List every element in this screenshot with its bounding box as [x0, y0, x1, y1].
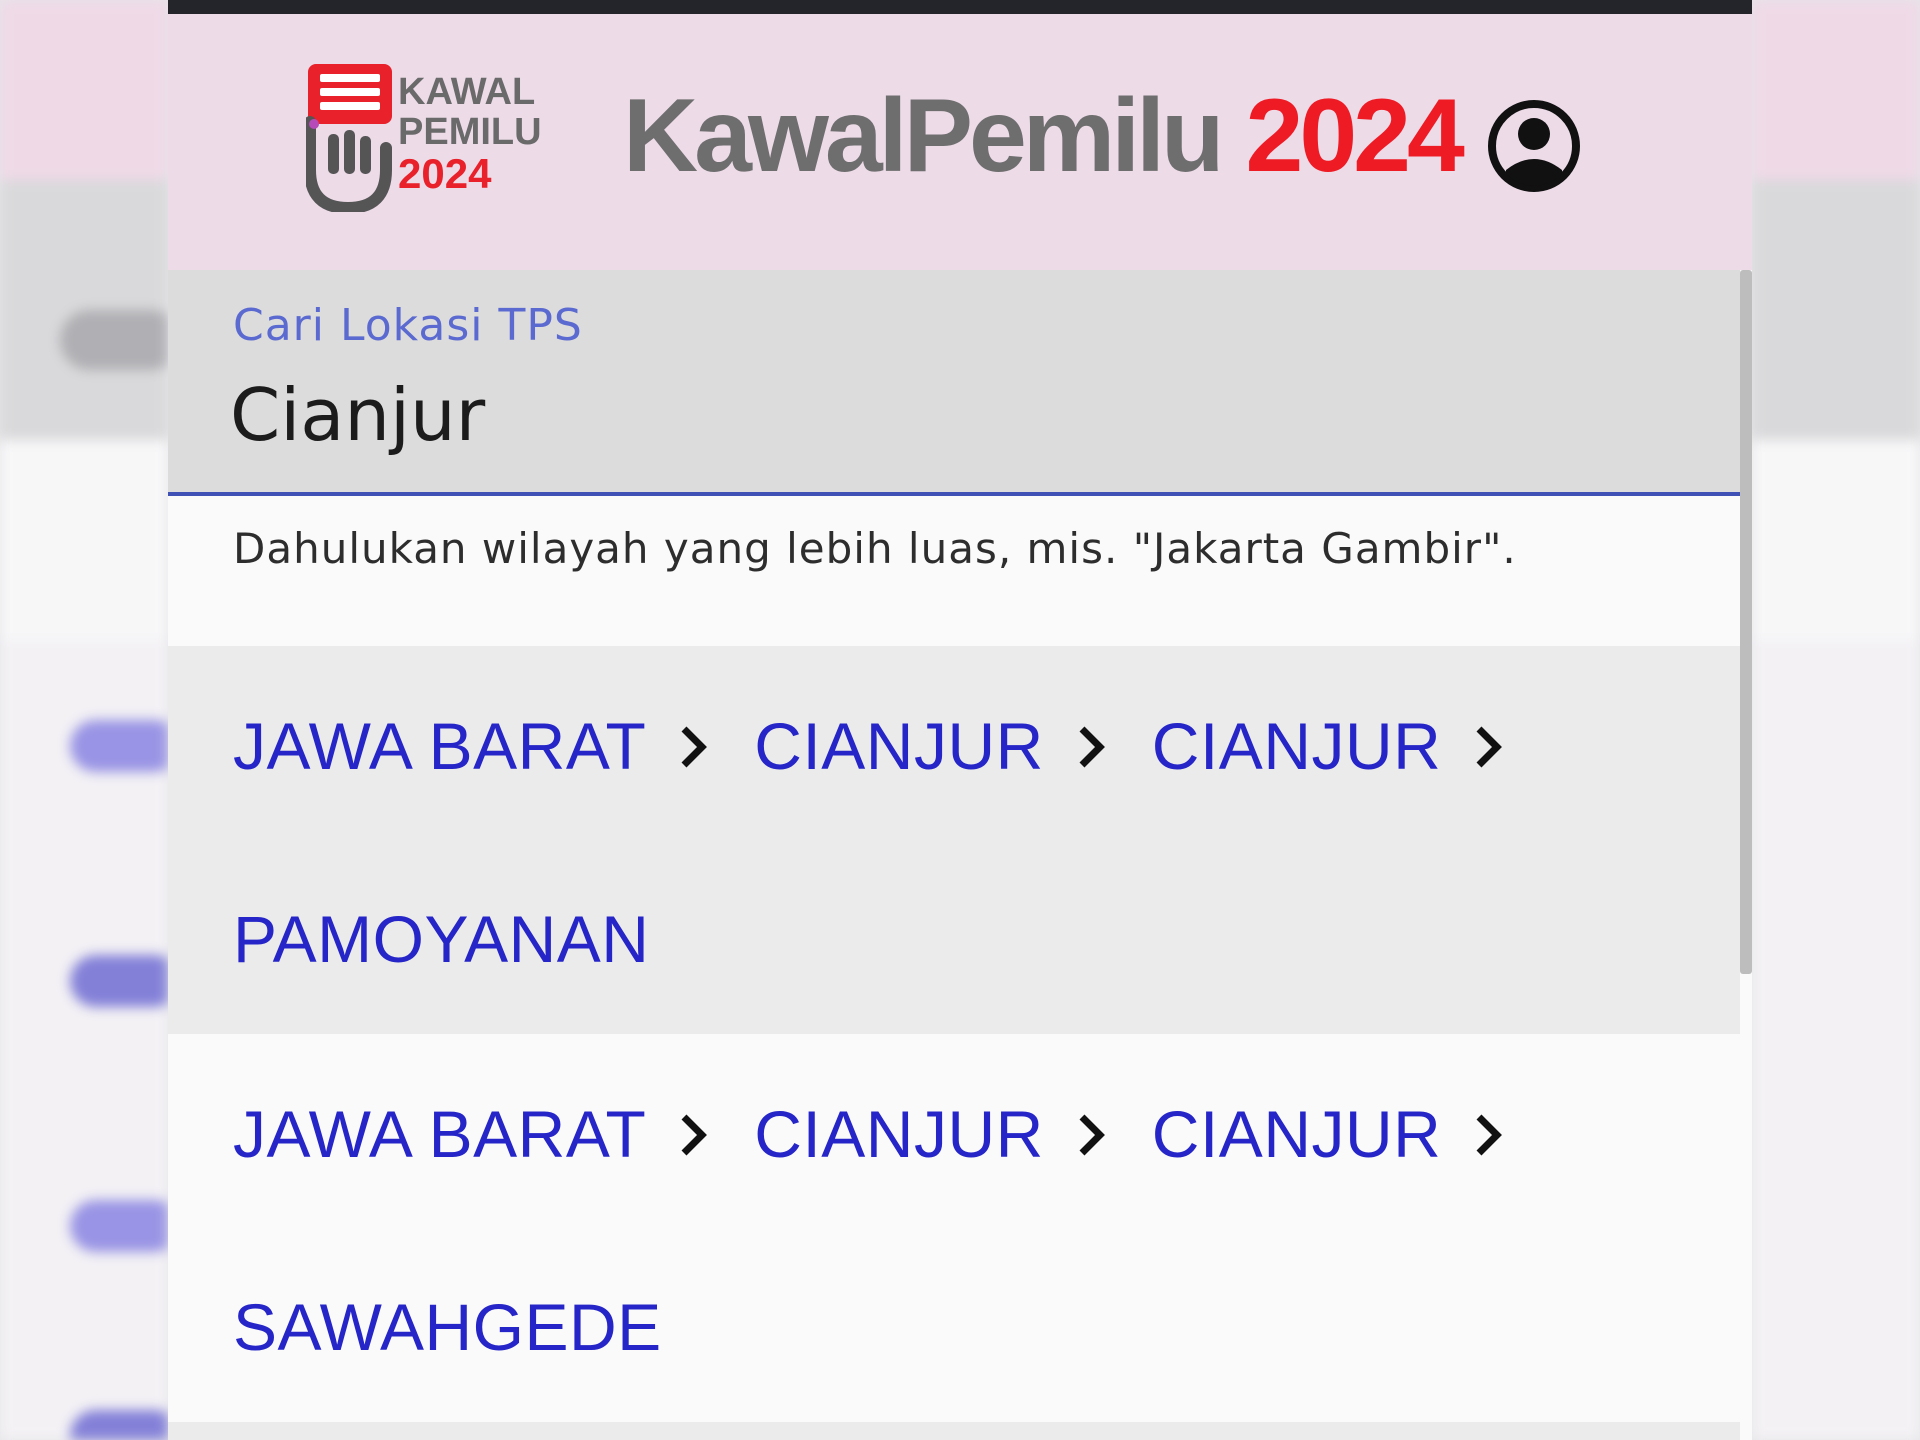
breadcrumb-last: PAMOYANAN	[233, 901, 649, 977]
chevron-right-icon	[1469, 716, 1511, 776]
background-right	[1752, 0, 1920, 1440]
status-bar	[168, 0, 1752, 14]
breadcrumb-link[interactable]: CIANJUR	[754, 1096, 1044, 1172]
page-title: KawalPemilu 2024	[623, 84, 1465, 188]
search-input[interactable]	[230, 370, 1630, 460]
list-item[interactable]	[168, 1422, 1740, 1440]
search-helper-text: Dahulukan wilayah yang lebih luas, mis. …	[233, 524, 1517, 573]
chevron-right-icon	[674, 1104, 716, 1164]
logo-text-pemilu: PEMILU	[398, 111, 542, 153]
breadcrumb: JAWA BARAT CIANJUR CIANJUR	[233, 708, 1549, 784]
app-bar: KAWAL PEMILU 2024 KawalPemilu 2024	[168, 14, 1752, 270]
kawalpemilu-logo[interactable]: KAWAL PEMILU 2024	[306, 62, 554, 212]
chevron-right-icon	[674, 716, 716, 776]
chevron-right-icon	[1072, 1104, 1114, 1164]
chevron-right-icon	[1469, 1104, 1511, 1164]
logo-text-year: 2024	[398, 150, 492, 197]
title-year: 2024	[1245, 78, 1464, 194]
list-item[interactable]: JAWA BARAT CIANJUR CIANJUR PAMOYANAN	[168, 646, 1740, 1034]
chevron-right-icon	[1072, 716, 1114, 776]
search-field[interactable]: Cari Lokasi TPS	[168, 270, 1740, 496]
account-circle-icon[interactable]	[1488, 100, 1580, 192]
breadcrumb-link[interactable]: CIANJUR	[1152, 708, 1442, 784]
breadcrumb: JAWA BARAT CIANJUR CIANJUR	[233, 1096, 1549, 1172]
breadcrumb-link[interactable]: CIANJUR	[754, 708, 1044, 784]
background-left	[0, 0, 168, 1440]
search-label: Cari Lokasi TPS	[233, 300, 583, 351]
breadcrumb-last: SAWAHGEDE	[233, 1289, 662, 1365]
list-item[interactable]: JAWA BARAT CIANJUR CIANJUR SAWAHGEDE	[168, 1034, 1740, 1422]
breadcrumb-link[interactable]: SAWAHGEDE	[233, 1289, 662, 1365]
app-window: KAWAL PEMILU 2024 KawalPemilu 2024 Cari …	[168, 0, 1752, 1440]
breadcrumb-link[interactable]: PAMOYANAN	[233, 901, 649, 977]
scrollbar[interactable]	[1740, 270, 1752, 974]
breadcrumb-link[interactable]: JAWA BARAT	[233, 708, 646, 784]
logo-text-kawal: KAWAL	[398, 71, 535, 113]
breadcrumb-link[interactable]: CIANJUR	[1152, 1096, 1442, 1172]
title-main: KawalPemilu	[623, 78, 1225, 194]
breadcrumb-link[interactable]: JAWA BARAT	[233, 1096, 646, 1172]
